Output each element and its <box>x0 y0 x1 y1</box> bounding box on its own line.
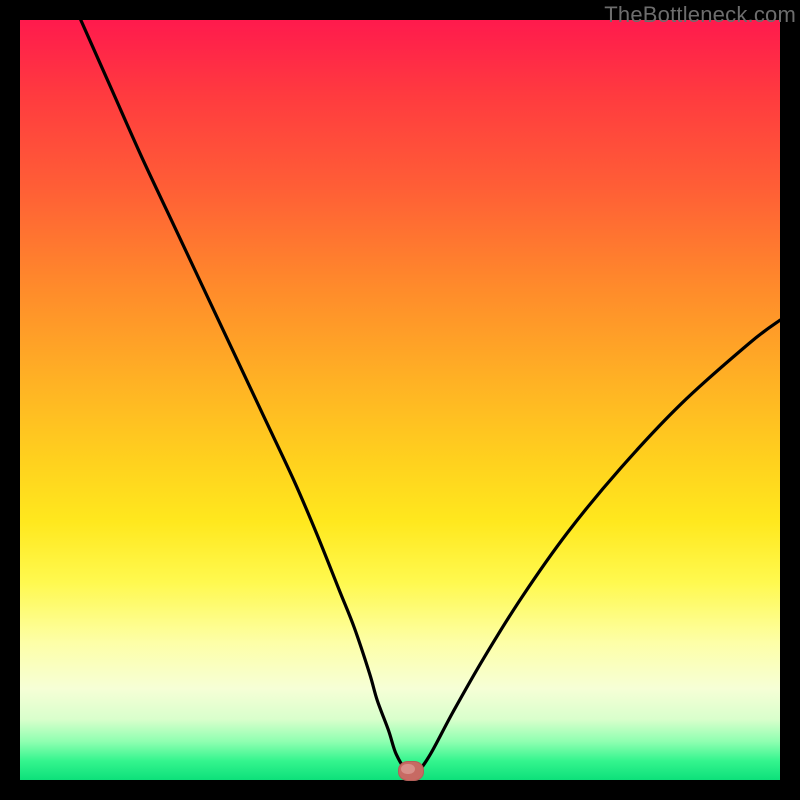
outer-frame: TheBottleneck.com <box>0 0 800 800</box>
bottleneck-curve <box>20 20 780 780</box>
selected-point-marker-highlight <box>401 764 415 774</box>
watermark-text: TheBottleneck.com <box>604 2 796 28</box>
selected-point-marker <box>398 761 424 781</box>
